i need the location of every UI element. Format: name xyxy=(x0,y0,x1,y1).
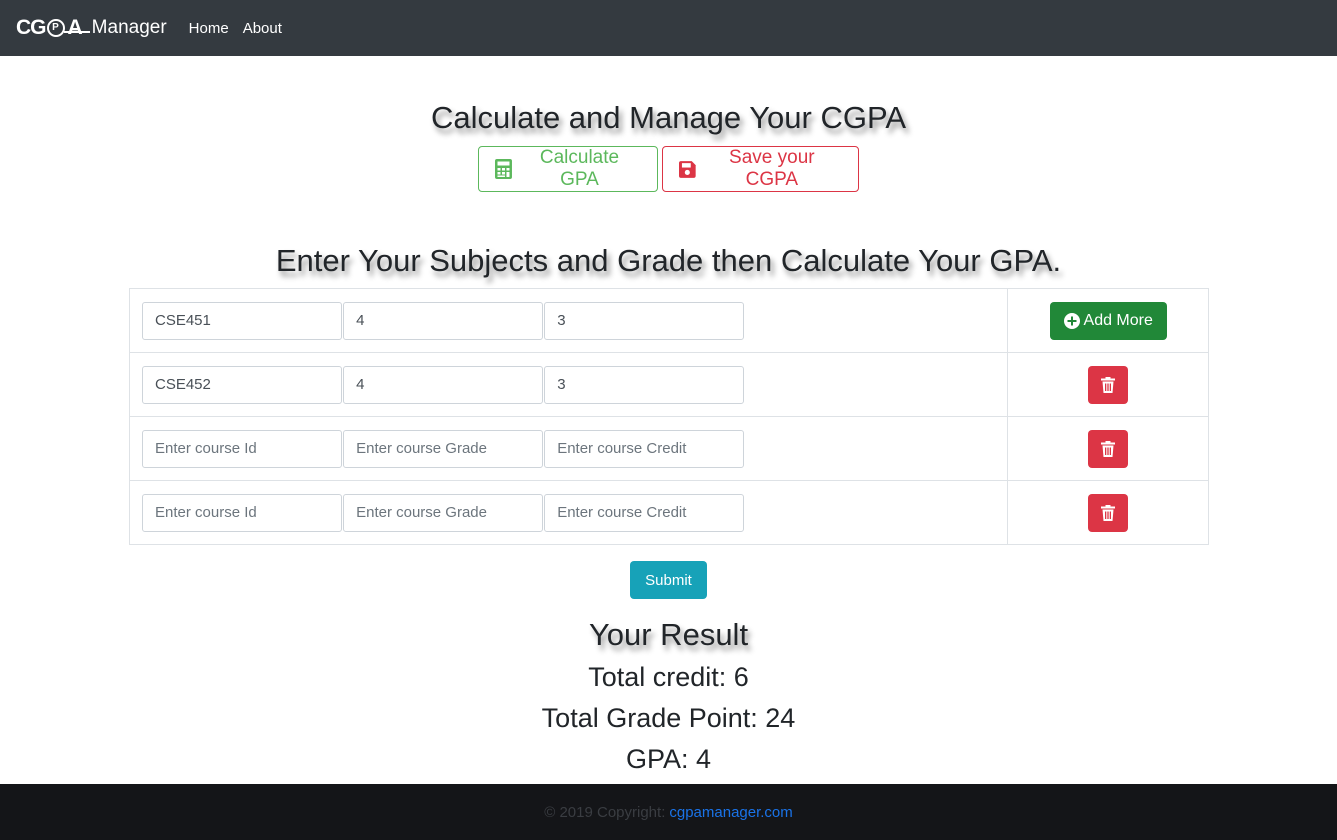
course-id-input[interactable] xyxy=(142,301,342,340)
table-row xyxy=(128,416,1209,481)
form-title: Enter Your Subjects and Grade then Calcu… xyxy=(275,243,1062,278)
course-credit-input[interactable] xyxy=(544,493,745,532)
brand-logo: CG P A xyxy=(16,16,90,40)
calculate-gpa-button[interactable]: Calculate GPA xyxy=(478,146,658,192)
nav-link-home[interactable]: Home xyxy=(189,20,229,37)
page-title: Calculate and Manage Your CGPA xyxy=(430,100,907,135)
course-grade-input[interactable] xyxy=(343,429,544,468)
table-row xyxy=(128,480,1209,545)
add-more-label: Add More xyxy=(1083,311,1153,329)
table-row xyxy=(128,352,1209,417)
result-title: Your Result xyxy=(588,617,749,652)
floppy-disk-icon xyxy=(679,160,696,178)
logo-text-left: CG xyxy=(16,16,46,39)
footer: © 2019 Copyright: cgpamanager.com xyxy=(0,784,1337,840)
gpa-value: GPA: 4 xyxy=(625,744,712,774)
logo-text-p: P xyxy=(46,19,65,37)
footer-copyright: © 2019 Copyright: xyxy=(544,803,666,821)
delete-row-button[interactable] xyxy=(1088,365,1129,404)
trash-icon xyxy=(1101,440,1116,457)
delete-row-button[interactable] xyxy=(1088,493,1129,532)
navbar: CG P A Manager Home About xyxy=(0,0,1337,56)
table-row: Add More xyxy=(128,288,1209,353)
delete-row-button[interactable] xyxy=(1088,429,1129,468)
brand-name: Manager xyxy=(91,17,167,38)
brand[interactable]: CG P A Manager xyxy=(16,16,167,40)
course-table: Add More xyxy=(128,288,1209,545)
submit-button[interactable]: Submit xyxy=(630,561,707,599)
add-more-button[interactable]: Add More xyxy=(1049,301,1167,340)
calculate-gpa-label: Calculate GPA xyxy=(539,147,620,190)
course-grade-input[interactable] xyxy=(343,493,544,532)
footer-link[interactable]: cgpamanager.com xyxy=(669,804,792,821)
course-id-input[interactable] xyxy=(142,365,342,404)
course-grade-input[interactable] xyxy=(343,301,544,340)
total-grade-point: Total Grade Point: 24 xyxy=(541,703,796,733)
trash-icon xyxy=(1101,376,1116,393)
calculator-icon xyxy=(495,159,512,179)
save-cgpa-button[interactable]: Save your CGPA xyxy=(662,146,859,192)
logo-text-right: A xyxy=(63,16,90,39)
course-grade-input[interactable] xyxy=(343,365,544,404)
trash-icon xyxy=(1101,504,1116,521)
course-credit-input[interactable] xyxy=(544,365,745,404)
nav-link-about[interactable]: About xyxy=(243,20,282,37)
course-credit-input[interactable] xyxy=(544,429,745,468)
total-credit: Total credit: 6 xyxy=(588,662,749,692)
course-credit-input[interactable] xyxy=(544,301,745,340)
course-id-input[interactable] xyxy=(142,493,342,532)
save-cgpa-label: Save your CGPA xyxy=(729,147,815,190)
course-id-input[interactable] xyxy=(142,429,342,468)
plus-circle-icon xyxy=(1063,312,1080,329)
hero-buttons: Calculate GPA Save your CGPA xyxy=(0,146,1337,192)
